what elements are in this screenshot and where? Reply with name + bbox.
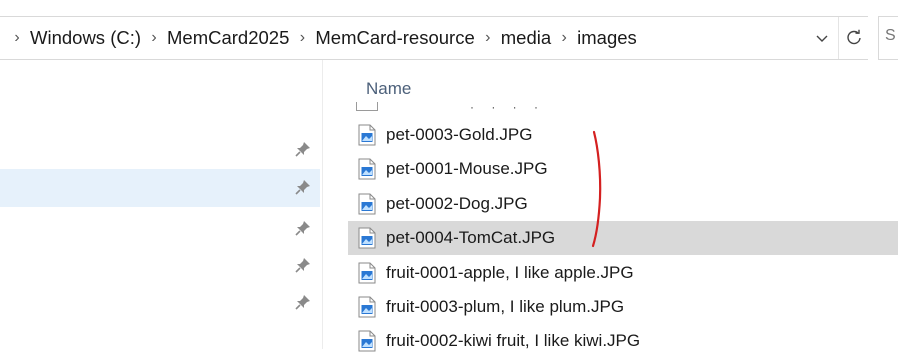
file-row[interactable]: fruit-0002-kiwi fruit, I like kiwi.JPG: [348, 324, 898, 358]
file-name: pet-0001-Mouse.JPG: [386, 159, 548, 178]
file-row-selected[interactable]: pet-0004-TomCat.JPG: [348, 221, 898, 255]
search-box[interactable]: S: [878, 16, 898, 60]
address-bar[interactable]: › Windows (C:) › MemCard2025 › MemCard-r…: [0, 16, 868, 60]
chevron-right-icon[interactable]: ›: [291, 29, 313, 47]
pin-icon[interactable]: [292, 291, 314, 313]
breadcrumb-memcard-resource[interactable]: MemCard-resource: [313, 27, 476, 49]
partial-file-row-icon: [356, 102, 378, 111]
pin-icon[interactable]: [292, 217, 314, 239]
pin-icon[interactable]: [292, 138, 314, 160]
file-name: pet-0004-TomCat.JPG: [386, 228, 556, 247]
refresh-icon: [847, 29, 861, 45]
file-row[interactable]: pet-0002-Dog.JPG: [348, 187, 898, 221]
file-row[interactable]: fruit-0001-apple, I like apple.JPG: [348, 256, 898, 290]
chevron-right-icon[interactable]: ›: [477, 29, 499, 47]
image-file-icon: [358, 193, 376, 215]
breadcrumb-windows-c[interactable]: Windows (C:): [28, 27, 143, 49]
file-name: fruit-0003-plum, I like plum.JPG: [386, 297, 625, 316]
chevron-right-icon[interactable]: ›: [6, 29, 28, 47]
image-file-icon: [358, 296, 376, 318]
nav-selected-item[interactable]: [0, 169, 320, 207]
image-file-icon: [358, 124, 376, 146]
chevron-right-icon[interactable]: ›: [143, 29, 165, 47]
search-box-label: S: [885, 27, 896, 44]
file-name: pet-0002-Dog.JPG: [386, 194, 528, 213]
file-name: fruit-0001-apple, I like apple.JPG: [386, 263, 634, 282]
red-annotation-mark: [591, 130, 602, 248]
refresh-button[interactable]: [838, 17, 869, 59]
image-file-icon: [358, 262, 376, 284]
pin-icon[interactable]: [292, 176, 314, 198]
column-header-name[interactable]: Name: [366, 79, 411, 99]
chevron-down-icon: [816, 35, 828, 42]
image-file-icon: [358, 227, 376, 249]
breadcrumb-media[interactable]: media: [499, 27, 553, 49]
breadcrumb-images[interactable]: images: [575, 27, 639, 49]
partial-file-row-text: · · · ·: [470, 100, 545, 114]
address-history-dropdown[interactable]: [810, 17, 834, 59]
file-row[interactable]: fruit-0003-plum, I like plum.JPG: [348, 290, 898, 324]
file-name: fruit-0002-kiwi fruit, I like kiwi.JPG: [386, 331, 641, 350]
pane-divider[interactable]: [322, 60, 323, 349]
file-name: pet-0003-Gold.JPG: [386, 125, 533, 144]
file-row[interactable]: pet-0001-Mouse.JPG: [348, 152, 898, 186]
breadcrumb-memcard2025[interactable]: MemCard2025: [165, 27, 291, 49]
file-row[interactable]: pet-0003-Gold.JPG: [348, 118, 898, 152]
pin-icon[interactable]: [292, 254, 314, 276]
image-file-icon: [358, 158, 376, 180]
breadcrumb: › Windows (C:) › MemCard2025 › MemCard-r…: [6, 17, 639, 59]
chevron-right-icon[interactable]: ›: [553, 29, 575, 47]
